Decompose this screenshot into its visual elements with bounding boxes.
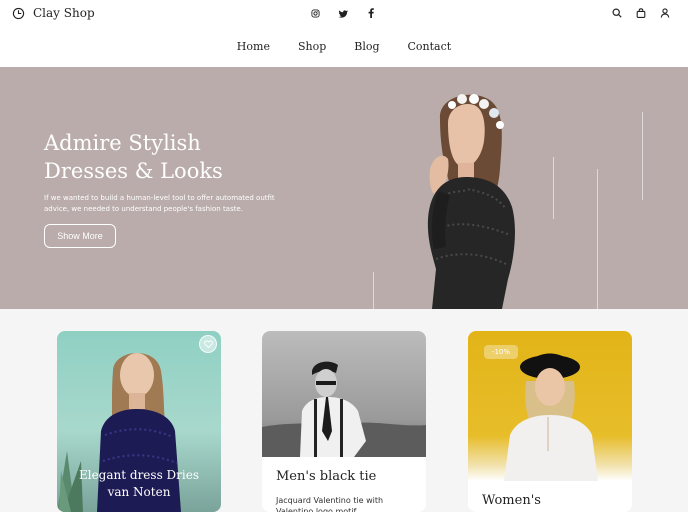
decorative-line: [597, 169, 598, 309]
hero-title: Admire Stylish Dresses & Looks: [44, 131, 223, 183]
product-card[interactable]: -10% Women's: [468, 331, 632, 512]
instagram-icon[interactable]: [310, 7, 320, 19]
hero-description: If we wanted to build a human-level tool…: [44, 194, 275, 213]
top-bar: Clay Shop: [0, 0, 688, 30]
product-description: Jacquard Valentino tie with Valentino lo…: [276, 496, 384, 512]
show-more-button[interactable]: Show More: [44, 224, 116, 248]
decorative-line: [373, 272, 374, 309]
user-icon[interactable]: [660, 7, 670, 19]
nav-item-contact[interactable]: Contact: [408, 40, 452, 53]
product-card[interactable]: Elegant dress Dries van Noten: [57, 331, 221, 512]
favorite-button[interactable]: [199, 335, 217, 353]
twitter-icon[interactable]: [338, 7, 348, 19]
hero-model-image: [427, 94, 515, 309]
bag-icon[interactable]: [636, 7, 646, 19]
heart-icon: [203, 340, 213, 348]
decorative-line: [642, 112, 643, 200]
nav-item-blog[interactable]: Blog: [354, 40, 379, 53]
decorative-line: [553, 157, 554, 219]
brand-logo-icon: [12, 7, 25, 19]
product-title: Women's: [482, 493, 541, 508]
hero-banner: Admire Stylish Dresses & Looks If we wan…: [0, 67, 688, 309]
product-card[interactable]: Men's black tie Jacquard Valentino tie w…: [262, 331, 426, 512]
brand[interactable]: Clay Shop: [12, 6, 95, 20]
product-title: Men's black tie: [276, 469, 377, 484]
header-actions: [612, 7, 670, 19]
social-links: [310, 7, 376, 19]
main-nav: Home Shop Blog Contact: [0, 40, 688, 53]
brand-name: Clay Shop: [33, 6, 95, 20]
nav-item-home[interactable]: Home: [237, 40, 270, 53]
product-title: Elegant dress Dries van Noten: [78, 468, 199, 499]
discount-badge: -10%: [484, 345, 518, 359]
facebook-icon[interactable]: [366, 7, 376, 19]
search-icon[interactable]: [612, 7, 622, 19]
product-image: [262, 331, 426, 457]
nav-item-shop[interactable]: Shop: [298, 40, 326, 53]
